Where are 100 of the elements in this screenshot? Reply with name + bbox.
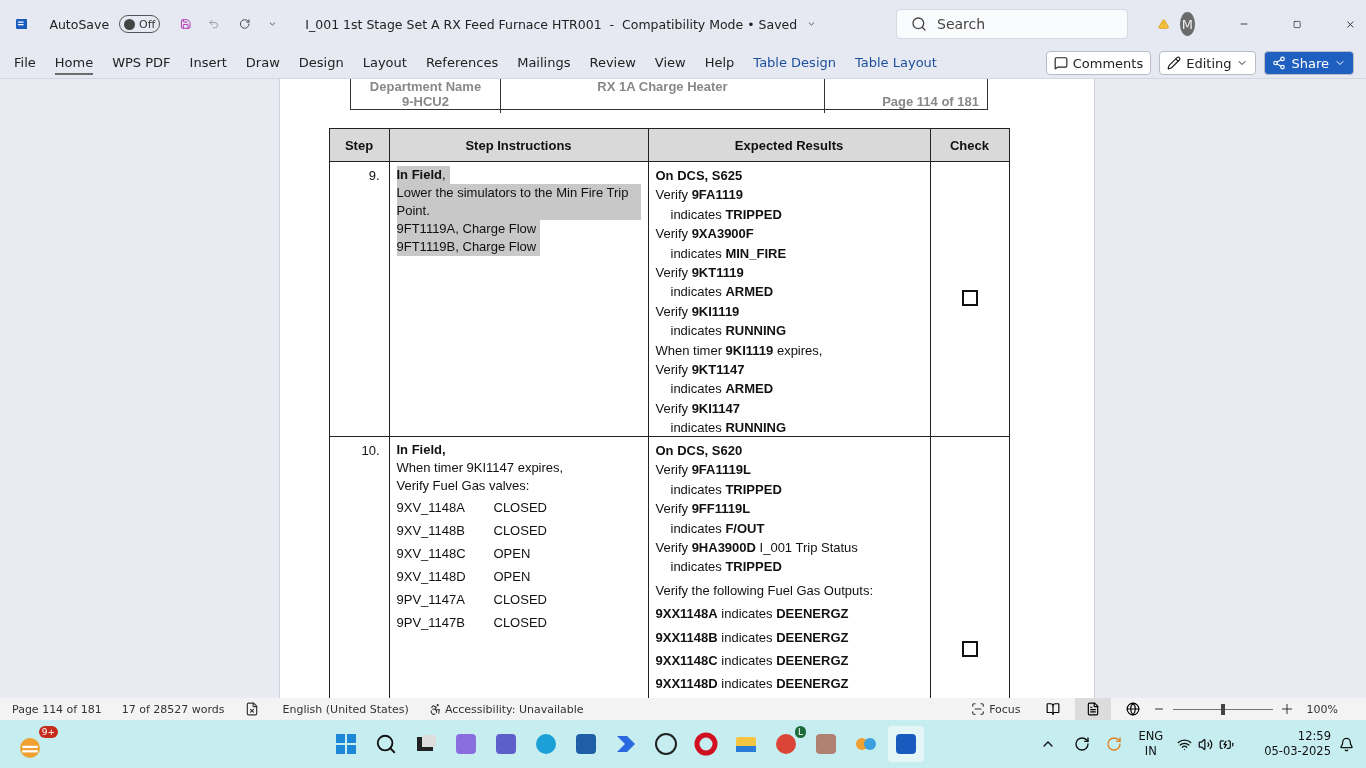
word-count[interactable]: 17 of 28527 words [121, 702, 225, 716]
ribbon-tab[interactable]: Mailings [517, 51, 571, 75]
profile-badge: L [795, 726, 806, 738]
search-icon[interactable] [375, 733, 397, 755]
ribbon-tab[interactable]: Draw [245, 51, 280, 75]
document-heading: RX 1A Charge Heater [597, 79, 728, 94]
ribbon-tab[interactable]: References [425, 51, 499, 75]
department-label: Department Name [369, 79, 482, 94]
result-text: 9XX1148D indicates DEENERGZ [655, 675, 850, 694]
result-text: indicates MIN_FIRE [669, 244, 788, 263]
result-text: 9XX1148A indicates DEENERGZ [655, 605, 850, 624]
ribbon-tab[interactable]: Insert [189, 51, 227, 75]
accessibility-icon[interactable] [428, 702, 442, 716]
result-text: On DCS, S625 [655, 167, 744, 185]
column-header: Check [930, 129, 1009, 162]
valve-tag: 9XV_1148B [396, 521, 494, 541]
ribbon-tab[interactable]: WPS PDF [112, 51, 171, 75]
result-text: indicates TRIPPED [669, 480, 783, 499]
user-avatar[interactable]: M [1179, 12, 1195, 36]
input-language[interactable]: ENG [1138, 729, 1164, 744]
result-text: Verify 9KI1119 [655, 302, 741, 321]
step-number: 10. [361, 443, 380, 458]
ribbon-tab[interactable]: Layout [362, 51, 407, 75]
ribbon-tab[interactable]: Table Design [753, 51, 836, 75]
ribbon-tab[interactable]: Help [704, 51, 735, 75]
zoom-thumb[interactable] [1220, 703, 1225, 715]
checkbox[interactable] [961, 290, 978, 306]
page-icon [1085, 702, 1100, 716]
department-value: 9-HCU2 [402, 94, 449, 109]
result-text: indicates ARMED [669, 283, 775, 302]
clock-date[interactable]: 05-03-2025 [1264, 744, 1331, 759]
ribbon-tab[interactable]: File [14, 51, 36, 75]
valve-tag: 9XV_1148C [396, 544, 494, 564]
result-text: indicates RUNNING [669, 322, 788, 341]
valve-tag: 9XV_1148D [396, 567, 494, 587]
result-text: 9XX1148C indicates DEENERGZ [655, 652, 850, 671]
clock-time[interactable]: 12:59 [1297, 729, 1331, 744]
result-text: Verify 9KT1119 [655, 264, 745, 283]
wifi-icon[interactable] [1177, 736, 1193, 752]
result-text: indicates TRIPPED [669, 558, 783, 577]
share-icon [1272, 56, 1287, 70]
volume-icon[interactable] [1198, 736, 1214, 752]
result-text: Verify 9FA1119 [655, 186, 744, 205]
notification-icon[interactable] [1339, 736, 1354, 752]
column-header: Step Instructions [389, 129, 649, 162]
editing-button[interactable]: Editing [1159, 51, 1257, 75]
result-text: indicates TRIPPED [669, 205, 783, 224]
zoom-level[interactable]: 100% [1306, 702, 1338, 716]
search-field[interactable]: Search [896, 9, 1129, 39]
valve-state: CLOSED [493, 614, 548, 632]
sync-icon[interactable] [1074, 736, 1091, 752]
page-number: Page 114 of 181 [882, 94, 979, 109]
comments-button[interactable]: Comments [1045, 51, 1152, 75]
opera-icon[interactable] [694, 732, 718, 756]
result-text: indicates RUNNING [669, 419, 788, 438]
valve-tag: 9PV_1147B [396, 613, 494, 633]
input-region[interactable]: IN [1144, 744, 1157, 759]
ribbon-tab[interactable]: Design [298, 51, 344, 75]
instruction-text: Verify Fuel Gas valves: [396, 477, 531, 495]
step-number: 9. [368, 168, 380, 183]
ribbon-tab[interactable]: Table Layout [855, 51, 937, 75]
ribbon-tab[interactable]: Home [54, 51, 94, 75]
valve-state: CLOSED [493, 591, 548, 609]
globe-icon [1125, 702, 1140, 716]
result-text: indicates ARMED [669, 380, 775, 399]
instruction-text: In Field, [396, 166, 450, 184]
result-text: Verify 9KT1147 [655, 361, 746, 380]
instruction-text: 9FT1119B, Charge Flow [396, 238, 541, 256]
result-text: Verify 9XA3900F [655, 225, 755, 244]
ribbon-tab[interactable]: View [654, 51, 686, 75]
valve-tag: 9XV_1148A [396, 498, 494, 518]
zoom-in-icon[interactable] [1280, 703, 1293, 715]
result-text: Verify the following Fuel Gas Outputs: [655, 581, 874, 600]
autosave-label: AutoSave [49, 16, 110, 32]
valve-state: CLOSED [493, 499, 548, 517]
instruction-text: Lower the simulators to the Min Fire Trip Point. [396, 184, 641, 220]
notification-badge: 9+ [38, 726, 58, 738]
result-text: Verify 9FA1119L [655, 461, 752, 480]
column-header: Step [329, 129, 390, 162]
result-text: Verify 9FF1119L [655, 500, 752, 519]
valve-tag: 9PV_1147A [396, 590, 494, 610]
focus-icon[interactable] [971, 702, 986, 716]
accessibility-status[interactable]: Accessibility: Unavailable [444, 702, 584, 716]
instruction-text: 9FT1119A, Charge Flow [396, 220, 541, 238]
print-layout-button[interactable] [1074, 698, 1111, 720]
share-button[interactable]: Share [1264, 51, 1354, 75]
result-text: Verify 9KI1147 [655, 399, 742, 418]
valve-state: OPEN [493, 545, 532, 563]
column-header: Expected Results [648, 129, 931, 162]
language-indicator[interactable]: English (United States) [282, 702, 409, 716]
ribbon-tab[interactable]: Review [589, 51, 636, 75]
proofing-icon[interactable] [244, 702, 259, 716]
pencil-icon [1167, 56, 1182, 70]
focus-button[interactable]: Focus [989, 702, 1021, 716]
start-icon[interactable] [334, 732, 358, 756]
search-icon [911, 16, 928, 32]
checkbox[interactable] [961, 641, 978, 657]
page-indicator[interactable]: Page 114 of 181 [12, 702, 102, 716]
result-text: indicates F/OUT [669, 519, 766, 538]
instruction-text: When timer 9KI1147 expires, [396, 459, 565, 477]
